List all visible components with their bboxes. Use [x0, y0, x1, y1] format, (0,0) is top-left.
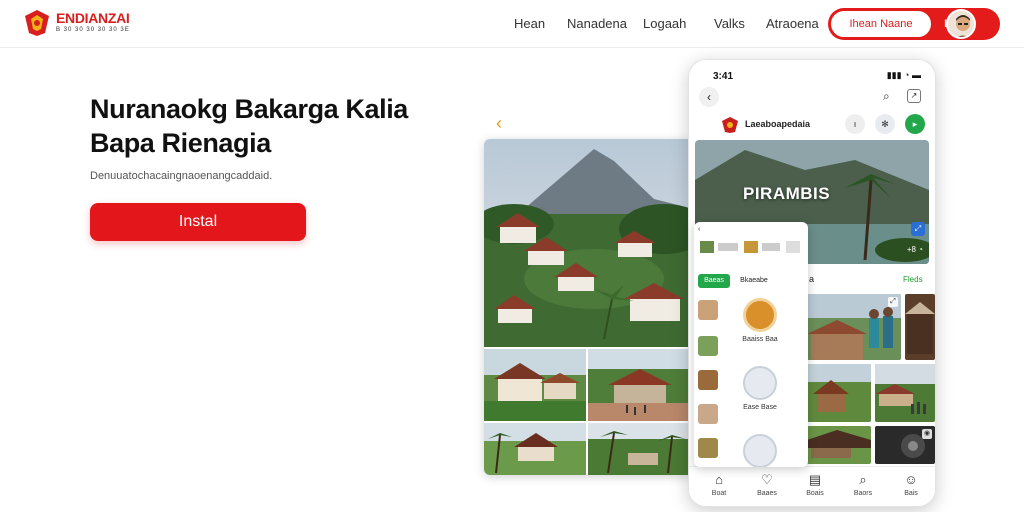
bottom-nav-label: Baors — [853, 490, 873, 497]
gallery-thumb-1[interactable] — [484, 349, 586, 421]
nav-link-nanadena[interactable]: Nanadena — [567, 16, 627, 31]
gallery-thumb-2[interactable] — [588, 349, 694, 421]
village-square-photo — [588, 349, 694, 421]
top-header: ENDIANZAI B 30 30 30 30 30 3E Hean Nanad… — [0, 0, 1024, 48]
status-icons: ▮▮▮ ◔ ▬ — [886, 70, 921, 80]
primary-cta-button[interactable]: Ihean Naane — [830, 10, 932, 38]
nav-link-valks[interactable]: Valks — [714, 16, 745, 31]
nav-link-logaah[interactable]: Logaah — [643, 16, 686, 31]
roof-photo — [807, 426, 871, 464]
cabin-photo — [807, 364, 871, 422]
bottom-nav-label: Boais — [806, 490, 824, 497]
banner-title: PIRAMBIS — [743, 184, 831, 203]
photo-gallery — [484, 139, 694, 475]
gallery-thumb-4[interactable] — [588, 423, 694, 475]
inner-thumbnails — [700, 241, 800, 253]
hut-photo — [905, 294, 935, 360]
bottom-nav-label: Baaes — [757, 490, 777, 497]
inner-list-avatar-5[interactable] — [698, 438, 718, 458]
search-icon[interactable]: ⌕ — [883, 89, 890, 104]
hero-description: Denuuatochacaingnaoenangcaddaid. — [90, 170, 273, 182]
bottom-nav-home[interactable]: ⌂ Boat — [699, 472, 739, 497]
brand-logo[interactable] — [24, 9, 50, 37]
nav-link-atraoena[interactable]: Atraoena — [766, 16, 819, 31]
grid-photo-2[interactable] — [905, 294, 935, 360]
camera-icon[interactable]: ◉ — [922, 429, 932, 439]
info-icon[interactable]: ı — [845, 114, 865, 134]
banner-count: +8 ◔ — [906, 245, 923, 254]
hero-title-line1: Nuranaokg Bakarga Kalia — [90, 94, 408, 124]
grid-photo-5[interactable] — [807, 426, 871, 464]
document-icon: ▤ — [808, 472, 822, 487]
bottom-nav-label: Boat — [711, 490, 727, 497]
hero-title-line2: Bapa Rienagia — [90, 128, 271, 158]
hero-title: Nuranaokg Bakarga Kalia Bapa Rienagia — [90, 92, 470, 160]
placeholder-icon[interactable] — [743, 366, 777, 400]
section-label: a — [809, 274, 815, 284]
inner-list-avatar-3[interactable] — [698, 370, 718, 390]
bottom-nav-search[interactable]: ⌕ Baors — [843, 472, 883, 497]
inner-tab-2[interactable]: Bkaeabe — [734, 274, 774, 288]
app-logo-icon — [722, 117, 738, 133]
coin-icon[interactable] — [743, 298, 777, 332]
inner-item-label-1: Baaiss Baa — [742, 336, 778, 343]
people-photo — [807, 294, 901, 360]
bottom-nav-documents[interactable]: ▤ Boais — [795, 472, 835, 497]
house-photo — [484, 349, 586, 421]
chevron-left-icon[interactable]: ‹ — [496, 113, 502, 134]
grid-photo-4[interactable] — [875, 364, 935, 422]
back-icon[interactable]: ‹ — [699, 87, 719, 107]
landing-page: ENDIANZAI B 30 30 30 30 30 3E Hean Nanad… — [0, 0, 1024, 512]
expand-icon[interactable]: ⤢ — [911, 222, 925, 236]
profile-icon: ☺ — [904, 472, 918, 487]
inner-list-avatar-4[interactable] — [698, 404, 718, 424]
inner-list-avatar-1[interactable] — [698, 300, 718, 320]
search-icon: ⌕ — [859, 472, 867, 487]
inner-phone-panel: ‹ Baeas Bkaeabe Baaiss Baa Ease Base — [694, 222, 808, 467]
inner-header-row — [698, 240, 804, 254]
inner-list-avatar-2[interactable] — [698, 336, 718, 356]
grid-photo-1[interactable]: ⤢ — [807, 294, 901, 360]
share-icon[interactable]: ↗ — [907, 89, 921, 103]
gallery-thumb-3[interactable] — [484, 423, 586, 475]
app-name: Laeaboapedaia — [745, 119, 811, 129]
inner-item-label-2: Ease Base — [743, 404, 777, 411]
palm-house-photo — [484, 423, 586, 475]
play-icon[interactable]: ▸ — [905, 114, 925, 134]
palm-trees-photo — [588, 423, 694, 475]
bottom-nav-profile[interactable]: ☺ Bais — [891, 472, 931, 497]
inner-back-icon[interactable]: ‹ — [698, 226, 700, 233]
section-link[interactable]: Fleds — [903, 275, 923, 284]
install-button[interactable]: Instal — [90, 203, 306, 241]
inner-tab-1[interactable]: Baeas — [698, 274, 730, 288]
user-avatar[interactable] — [946, 9, 976, 39]
inner-status-row: ‹ — [698, 226, 804, 240]
bottom-nav: ⌂ Boat ♡ Baaes ▤ Boais ⌕ Baors ☺ Bais — [689, 466, 935, 506]
grid-photo-6[interactable]: ◉ — [875, 426, 935, 464]
status-time: 3:41 — [713, 71, 734, 82]
brand-name[interactable]: ENDIANZAI — [56, 10, 130, 26]
crowd-photo — [875, 364, 935, 422]
expand-icon[interactable]: ⤢ — [888, 297, 898, 307]
nav-link-hean[interactable]: Hean — [514, 16, 545, 31]
placeholder-icon[interactable] — [743, 434, 777, 467]
heart-icon: ♡ — [761, 472, 773, 487]
bottom-nav-favorites[interactable]: ♡ Baaes — [747, 472, 787, 497]
brand-tagline: B 30 30 30 30 30 3E — [56, 27, 130, 33]
grid-photo-3[interactable] — [807, 364, 871, 422]
village-main-photo[interactable] — [484, 139, 694, 347]
home-icon: ⌂ — [715, 472, 723, 487]
gear-icon[interactable]: ✻ — [875, 114, 895, 134]
bottom-nav-label: Bais — [904, 490, 918, 497]
